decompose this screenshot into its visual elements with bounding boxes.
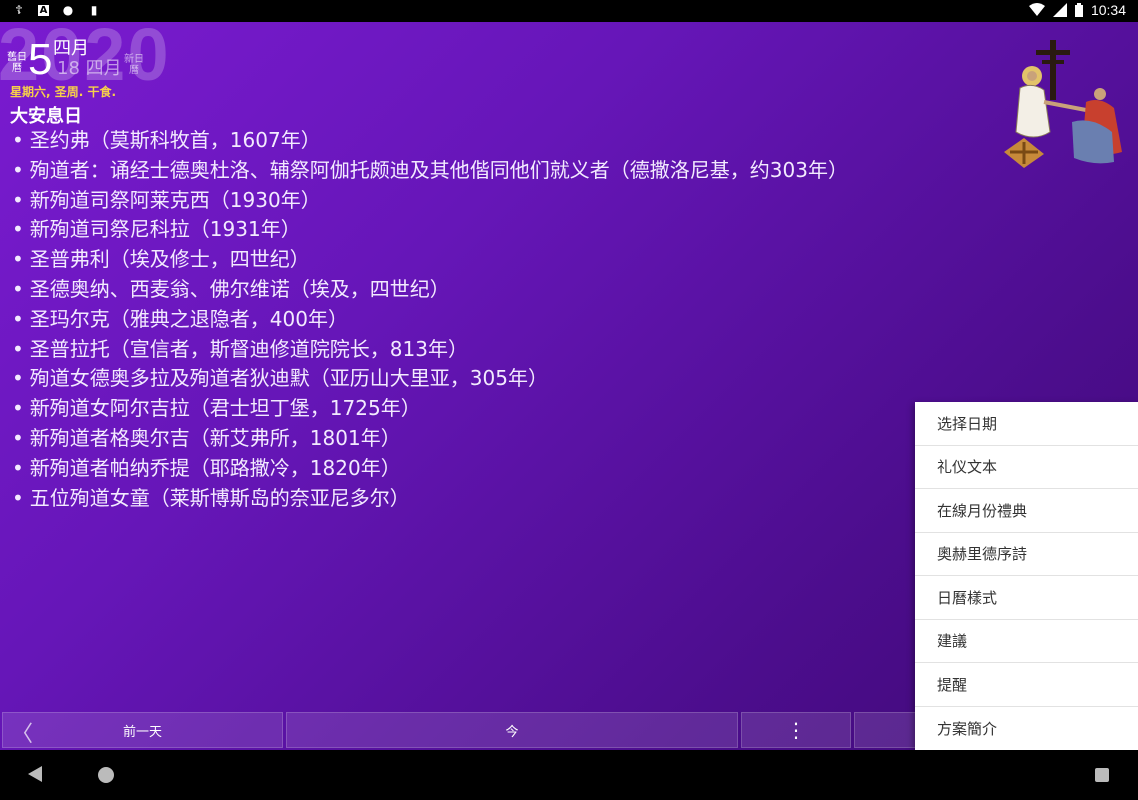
- status-bar-right: 10:34: [1028, 2, 1126, 18]
- menu-item-online-menologion[interactable]: 在線月份禮典: [915, 489, 1138, 533]
- day-info: 星期六, 圣周. 干食.: [10, 85, 117, 99]
- previous-day-label: 前一天: [122, 724, 162, 740]
- menu-item-ohrid-prologue[interactable]: 奧赫里德序詩: [915, 533, 1138, 576]
- home-icon[interactable]: [98, 767, 114, 783]
- next-day-button[interactable]: [854, 712, 916, 748]
- old-calendar-label[interactable]: 舊日曆: [6, 52, 28, 74]
- list-item[interactable]: 新殉道女阿尔吉拉（君士坦丁堡，1725年）: [12, 394, 848, 424]
- list-item[interactable]: 新殉道司祭尼科拉（1931年）: [12, 215, 848, 245]
- more-vertical-icon: ⋮: [786, 718, 806, 742]
- new-calendar-date: 18 四月: [57, 58, 122, 79]
- overflow-menu: 选择日期 礼仪文本 在線月份禮典 奧赫里德序詩 日曆樣式 建議 提醒 方案簡介: [915, 402, 1138, 750]
- new-calendar-label[interactable]: 新日曆: [124, 54, 144, 76]
- list-item[interactable]: 圣约弗（莫斯科牧首，1607年）: [12, 126, 848, 156]
- status-bar: ☦ A ● ▮ 10:34: [0, 0, 1138, 22]
- sd-card-icon: ▮: [90, 3, 98, 17]
- menu-item-calendar-style[interactable]: 日曆樣式: [915, 576, 1138, 620]
- list-item[interactable]: 殉道者：诵经士德奥杜洛、辅祭阿伽托颇迪及其他偕同他们就义者（德撒洛尼基，约303…: [12, 156, 848, 186]
- signal-icon: [1052, 3, 1067, 17]
- list-item[interactable]: 五位殉道女童（莱斯博斯岛的奈亚尼多尔）: [12, 484, 848, 514]
- list-item[interactable]: 新殉道者格奥尔吉（新艾弗所，1801年）: [12, 424, 848, 454]
- navigation-bar: [0, 750, 1138, 800]
- status-bar-left-icons: ☦ A ● ▮: [12, 3, 101, 17]
- list-item[interactable]: 圣德奥纳、西麦翁、佛尔维诺（埃及，四世纪）: [12, 275, 848, 305]
- list-item[interactable]: 圣普拉托（宣信者，斯督迪修道院院长，813年）: [12, 335, 848, 365]
- wifi-icon: [1028, 3, 1045, 16]
- chevron-left-icon: 〈: [11, 722, 34, 747]
- feast-title: 大安息日: [10, 106, 82, 127]
- orthodox-cross-icon: ☦: [15, 3, 23, 17]
- previous-day-button[interactable]: 〈 前一天: [2, 712, 283, 748]
- today-button[interactable]: 今: [286, 712, 738, 748]
- menu-item-liturgical-texts[interactable]: 礼仪文本: [915, 446, 1138, 489]
- circle-icon: ●: [62, 3, 74, 17]
- menu-item-select-date[interactable]: 选择日期: [915, 402, 1138, 446]
- font-a-icon: A: [38, 4, 49, 16]
- list-item[interactable]: 圣玛尔克（雅典之退隐者，400年）: [12, 305, 848, 335]
- today-label: 今: [505, 724, 519, 740]
- more-options-button[interactable]: ⋮: [741, 712, 851, 748]
- list-item[interactable]: 新殉道者帕纳乔提（耶路撒冷，1820年）: [12, 454, 848, 484]
- menu-item-suggestions[interactable]: 建議: [915, 620, 1138, 663]
- back-icon[interactable]: [28, 766, 42, 782]
- recent-apps-icon[interactable]: [1095, 768, 1109, 782]
- clock-time: 10:34: [1090, 2, 1126, 18]
- menu-item-reminders[interactable]: 提醒: [915, 663, 1138, 707]
- menu-item-about[interactable]: 方案簡介: [915, 707, 1138, 751]
- list-item[interactable]: 新殉道司祭阿莱克西（1930年）: [12, 186, 848, 216]
- day-number[interactable]: 5: [28, 36, 52, 84]
- saints-list: 圣约弗（莫斯科牧首，1607年） 殉道者：诵经士德奥杜洛、辅祭阿伽托颇迪及其他偕…: [12, 126, 848, 513]
- battery-icon: [1074, 3, 1083, 17]
- list-item[interactable]: 殉道女德奥多拉及殉道者狄迪默（亚历山大里亚，305年）: [12, 364, 848, 394]
- list-item[interactable]: 圣普弗利（埃及修士，四世纪）: [12, 245, 848, 275]
- feast-icon-image[interactable]: [1002, 32, 1134, 172]
